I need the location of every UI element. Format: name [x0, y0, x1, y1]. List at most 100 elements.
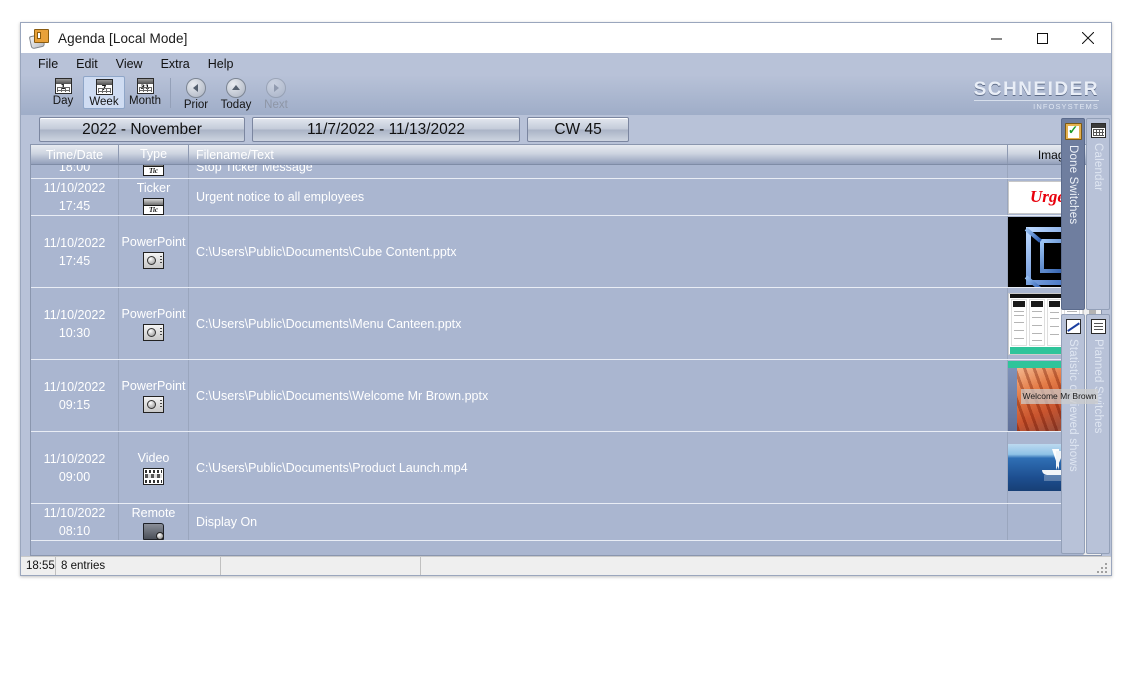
menu-item-extra[interactable]: Extra — [152, 55, 199, 73]
remote-icon — [143, 522, 164, 540]
menu-item-file[interactable]: File — [29, 55, 67, 73]
powerpoint-icon — [143, 324, 164, 341]
tab-strip-right: Calendar Planned Switches — [1086, 118, 1110, 554]
row-date: 11/10/2022 — [43, 181, 106, 195]
menu-bar: File Edit View Extra Help — [21, 53, 1111, 75]
toolbar-label-prior: Prior — [183, 99, 209, 111]
ticker-icon: Tic — [143, 165, 164, 176]
column-header-time-date[interactable]: Time/Date — [31, 145, 119, 164]
table-row[interactable]: 11/10/2022 08:10 Remote Display On — [31, 504, 1101, 541]
arrow-left-icon — [186, 78, 206, 98]
toolbar-button-week[interactable]: 7 Week — [83, 76, 125, 109]
table-row[interactable]: 11/10/2022 17:45 Ticker Tic Urgent notic… — [31, 179, 1101, 216]
table-row[interactable]: 11/10/2022 10:30 PowerPoint C:\Users\Pub… — [31, 288, 1101, 360]
status-entries: 8 entries — [56, 557, 221, 575]
window-title: Agenda [Local Mode] — [58, 30, 188, 46]
row-time: 09:15 — [58, 397, 91, 412]
window-controls — [973, 23, 1111, 53]
agenda-app-icon — [28, 29, 50, 50]
toolbar-label-today: Today — [220, 99, 252, 111]
cell-filename: C:\Users\Public\Documents\Cube Content.p… — [189, 216, 1008, 287]
sidebar-tab-label: Calendar — [1092, 143, 1104, 192]
row-date: 11/10/2022 — [43, 307, 106, 322]
cell-type: PowerPoint — [119, 216, 189, 287]
ticker-icon: Tic — [143, 197, 164, 215]
cell-type: PowerPoint — [119, 288, 189, 359]
sidebar-tab-planned-switches[interactable]: Planned Switches — [1086, 314, 1110, 554]
cell-time: 11/10/2022 10:30 — [31, 288, 119, 359]
toolbar: 1 Day 7 Week 31 Month Prior — [21, 75, 1111, 115]
status-pane-4 — [421, 557, 1111, 575]
cell-filename: C:\Users\Public\Documents\Welcome Mr Bro… — [189, 360, 1008, 431]
calendar-icon — [1090, 123, 1106, 138]
range-field[interactable]: 11/7/2022 - 11/13/2022 — [252, 117, 520, 142]
cell-time: 11/10/2022 09:00 — [31, 432, 119, 503]
menu-item-help[interactable]: Help — [199, 55, 243, 73]
status-pane-3 — [221, 557, 421, 575]
resize-grip-icon[interactable] — [1096, 561, 1109, 574]
logo-primary: SCHNEIDER — [973, 79, 1099, 100]
row-type: PowerPoint — [121, 235, 186, 249]
toolbar-label-day: Day — [52, 95, 74, 107]
powerpoint-icon — [143, 396, 164, 413]
row-time: 08:10 — [58, 524, 91, 538]
cell-filename: C:\Users\Public\Documents\Menu Canteen.p… — [189, 288, 1008, 359]
row-date: 11/10/2022 — [43, 235, 106, 250]
schneider-logo: SCHNEIDER INFOSYSTEMS — [973, 79, 1099, 111]
minimize-icon[interactable] — [973, 23, 1019, 53]
toolbar-button-next[interactable]: Next — [256, 75, 296, 111]
sidebar-tab-calendar[interactable]: Calendar — [1086, 118, 1110, 310]
powerpoint-icon — [143, 252, 164, 269]
date-navigation-bar: 2022 - November 11/7/2022 - 11/13/2022 C… — [21, 115, 1111, 144]
cell-time: 11/10/2022 17:45 — [31, 216, 119, 287]
thumbnail-text: Welcome Mr Brown — [1021, 388, 1098, 404]
status-time: 18:55 — [21, 557, 56, 575]
menu-item-edit[interactable]: Edit — [67, 55, 107, 73]
toolbar-label-week: Week — [89, 96, 119, 108]
close-icon[interactable] — [1065, 23, 1111, 53]
agenda-table: Time/Date Type Filename/Text Image 18:00… — [30, 144, 1102, 556]
cell-type: Remote — [119, 504, 189, 540]
status-bar: 18:55 8 entries — [21, 556, 1111, 575]
table-row[interactable]: 18:00 Tic Stop Ticker Message — [31, 165, 1101, 179]
table-row[interactable]: 11/10/2022 09:00 Video C:\Users\Public\D… — [31, 432, 1101, 504]
arrow-right-icon — [266, 78, 286, 98]
toolbar-label-next: Next — [264, 99, 288, 111]
cell-filename: C:\Users\Public\Documents\Product Launch… — [189, 432, 1008, 503]
sidebar-tab-label: Statistic of viewed shows — [1067, 339, 1079, 472]
menu-item-view[interactable]: View — [107, 55, 152, 73]
toolbar-button-month[interactable]: 31 Month — [125, 75, 165, 107]
row-type: PowerPoint — [121, 379, 186, 393]
sidebar-tab-label: Planned Switches — [1092, 339, 1104, 434]
toolbar-label-month: Month — [129, 95, 161, 107]
calendar-week-icon: 7 — [95, 79, 113, 95]
logo-secondary: INFOSYSTEMS — [973, 100, 1099, 111]
table-header: Time/Date Type Filename/Text Image — [31, 145, 1101, 165]
cell-time: 11/10/2022 09:15 — [31, 360, 119, 431]
cell-time: 11/10/2022 08:10 — [31, 504, 119, 540]
toolbar-button-today[interactable]: Today — [216, 75, 256, 111]
sidebar-tab-done-switches[interactable]: Done Switches — [1061, 118, 1085, 310]
column-header-type[interactable]: Type — [119, 145, 189, 164]
list-icon — [1090, 319, 1106, 334]
row-date: 11/10/2022 — [43, 451, 106, 466]
toolbar-button-day[interactable]: 1 Day — [43, 75, 83, 107]
week-field[interactable]: CW 45 — [527, 117, 629, 142]
table-body: 18:00 Tic Stop Ticker Message 11/10/2022… — [31, 165, 1101, 555]
tab-strip-left: Done Switches Statistic of viewed shows — [1061, 118, 1085, 554]
sidebar-tab-label: Done Switches — [1067, 145, 1079, 225]
row-time: 17:45 — [58, 253, 91, 268]
video-icon — [143, 468, 164, 485]
sidebar-tab-statistic[interactable]: Statistic of viewed shows — [1061, 314, 1085, 554]
calendar-day-icon: 1 — [54, 78, 72, 94]
month-field[interactable]: 2022 - November — [39, 117, 245, 142]
toolbar-button-prior[interactable]: Prior — [176, 75, 216, 111]
row-type: PowerPoint — [121, 307, 186, 321]
row-type: Ticker — [136, 180, 171, 195]
row-time: 17:45 — [58, 199, 91, 213]
cell-filename: Display On — [189, 504, 1008, 540]
table-row[interactable]: 11/10/2022 09:15 PowerPoint C:\Users\Pub… — [31, 360, 1101, 432]
column-header-filename[interactable]: Filename/Text — [189, 145, 1008, 164]
table-row[interactable]: 11/10/2022 17:45 PowerPoint C:\Users\Pub… — [31, 216, 1101, 288]
maximize-icon[interactable] — [1019, 23, 1065, 53]
